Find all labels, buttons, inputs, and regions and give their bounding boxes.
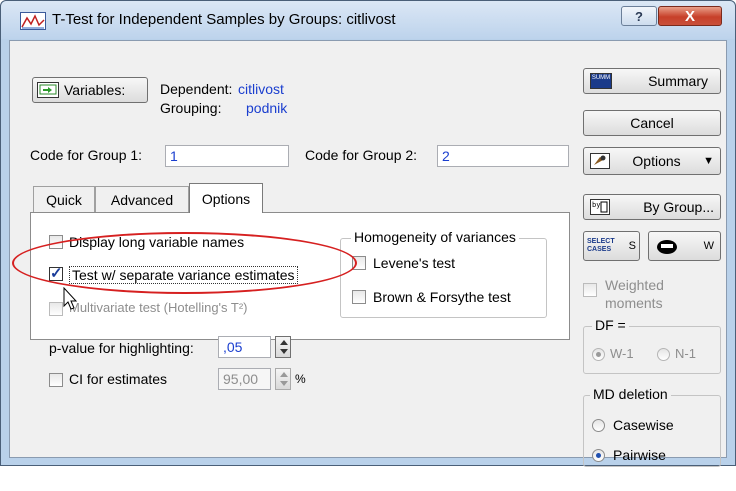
df-w1-label: W-1 <box>610 346 634 361</box>
summary-label: Summary <box>648 73 708 89</box>
select-cases-icon: SELECT CASES <box>587 238 615 253</box>
df-title: DF = <box>592 317 629 333</box>
casewise-label[interactable]: Casewise <box>613 417 674 433</box>
tab-quick-label: Quick <box>46 192 82 208</box>
ci-checkbox[interactable] <box>49 373 63 387</box>
weight-button[interactable]: W <box>648 231 721 261</box>
by-group-button[interactable]: by By Group... <box>583 194 721 220</box>
md-deletion-title: MD deletion <box>590 386 671 402</box>
tab-options-label: Options <box>201 190 251 207</box>
select-cases-button[interactable]: SELECT CASES S <box>583 231 640 261</box>
code-group2-input[interactable]: 2 <box>437 145 569 167</box>
variables-label: Variables: <box>64 82 126 98</box>
multivariate-checkbox[interactable] <box>49 302 63 316</box>
homogeneity-group <box>340 238 547 318</box>
by-group-label: By Group... <box>643 199 714 215</box>
help-button[interactable]: ? <box>621 6 657 26</box>
options-label: Options <box>632 153 681 169</box>
tab-quick[interactable]: Quick <box>33 186 95 213</box>
options-icon <box>590 153 610 169</box>
df-w1-radio[interactable] <box>592 348 605 361</box>
weight-w-label: W <box>703 240 714 252</box>
window-title: T-Test for Independent Samples by Groups… <box>52 11 396 28</box>
summary-button[interactable]: SUMM Summary <box>583 68 721 94</box>
levene-label[interactable]: Levene's test <box>373 255 455 271</box>
chevron-down-icon: ▼ <box>703 155 714 167</box>
weight-icon <box>657 240 677 254</box>
select-s-label: S <box>628 240 636 252</box>
pairwise-radio[interactable] <box>592 449 605 462</box>
cancel-button[interactable]: Cancel <box>583 110 721 136</box>
options-button[interactable]: Options ▼ <box>583 147 721 175</box>
p-value-spinner[interactable] <box>275 336 291 358</box>
app-chart-icon <box>20 12 46 30</box>
casewise-radio[interactable] <box>592 419 605 432</box>
grouping-label: Grouping: <box>160 100 222 116</box>
tab-advanced-label: Advanced <box>110 192 174 208</box>
df-n1-radio[interactable] <box>657 348 670 361</box>
close-icon: X <box>684 7 695 25</box>
weighted-moments-label: Weighted moments <box>605 277 664 311</box>
help-icon: ? <box>635 8 643 24</box>
tab-options[interactable]: Options <box>189 183 263 213</box>
ci-unit: % <box>295 372 306 386</box>
cancel-label: Cancel <box>630 115 674 131</box>
dependent-value: citlivost <box>238 81 284 97</box>
variables-icon <box>37 82 59 98</box>
pairwise-label[interactable]: Pairwise <box>613 447 666 463</box>
weighted-moments-checkbox[interactable] <box>583 283 597 297</box>
code-group1-input[interactable]: 1 <box>165 145 289 167</box>
summary-icon: SUMM <box>590 73 612 89</box>
dependent-label: Dependent: <box>160 81 233 97</box>
by-group-icon: by <box>590 199 610 215</box>
highlight-ellipse <box>12 232 357 294</box>
code-group2-label: Code for Group 2: <box>305 147 418 163</box>
ci-label[interactable]: CI for estimates <box>69 371 167 387</box>
close-button[interactable]: X <box>658 6 722 26</box>
svg-text:by: by <box>592 201 600 209</box>
grouping-value: podnik <box>246 100 288 116</box>
brown-forsythe-checkbox[interactable] <box>352 290 366 304</box>
ci-input[interactable]: 95,00 <box>218 368 271 390</box>
p-value-label: p-value for highlighting: <box>49 340 194 356</box>
p-value-input[interactable]: ,05 <box>218 336 271 358</box>
df-n1-label: N-1 <box>675 346 696 361</box>
brown-forsythe-label[interactable]: Brown & Forsythe test <box>373 289 511 305</box>
multivariate-label: Multivariate test (Hotelling's T²) <box>69 300 248 315</box>
ci-spinner[interactable] <box>275 368 291 390</box>
homogeneity-title: Homogeneity of variances <box>351 229 519 245</box>
code-group1-label: Code for Group 1: <box>30 147 143 163</box>
tab-advanced[interactable]: Advanced <box>95 186 189 213</box>
variables-button[interactable]: Variables: <box>32 77 148 103</box>
mouse-cursor-icon <box>63 287 78 310</box>
